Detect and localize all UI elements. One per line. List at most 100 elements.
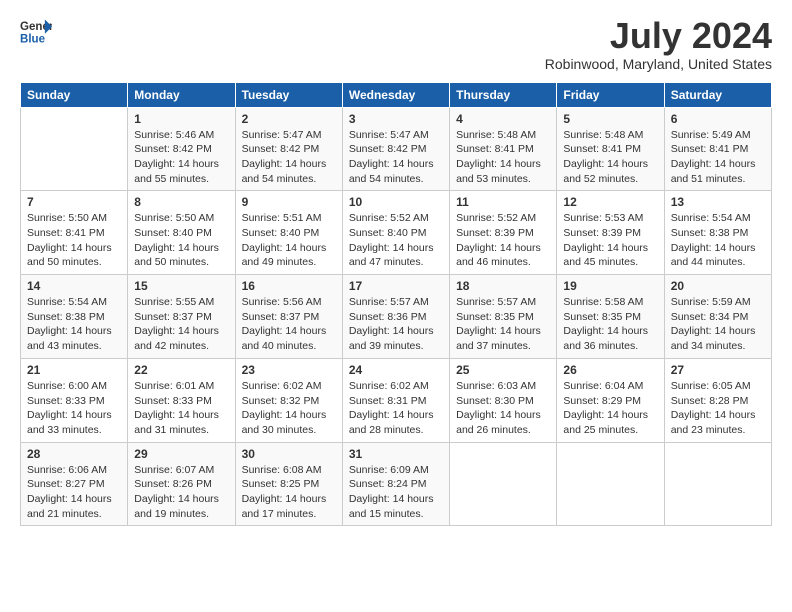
day-info: Sunrise: 5:50 AM Sunset: 8:41 PM Dayligh… <box>27 211 121 270</box>
calendar-cell: 15Sunrise: 5:55 AM Sunset: 8:37 PM Dayli… <box>128 275 235 359</box>
calendar-week-1: 1Sunrise: 5:46 AM Sunset: 8:42 PM Daylig… <box>21 107 772 191</box>
weekday-header-saturday: Saturday <box>664 82 771 107</box>
day-info: Sunrise: 5:50 AM Sunset: 8:40 PM Dayligh… <box>134 211 228 270</box>
weekday-header-sunday: Sunday <box>21 82 128 107</box>
day-number: 11 <box>456 195 550 209</box>
weekday-header-wednesday: Wednesday <box>342 82 449 107</box>
calendar-week-3: 14 Sunrise: 5:54 AM Sunset: 8:38 PM Dayli… <box>21 275 772 359</box>
day-number: 9 <box>242 195 336 209</box>
calendar-week-4: 21 Sunrise: 6:00 AM Sunset: 8:33 PM Dayli… <box>21 358 772 442</box>
calendar-cell: 4Sunrise: 5:48 AM Sunset: 8:41 PM Daylig… <box>450 107 557 191</box>
day-number: 14 <box>27 279 121 293</box>
calendar-cell: 1Sunrise: 5:46 AM Sunset: 8:42 PM Daylig… <box>128 107 235 191</box>
weekday-header-monday: Monday <box>128 82 235 107</box>
day-info: Sunrise: 6:01 AM Sunset: 8:33 PM Dayligh… <box>134 379 228 438</box>
location: Robinwood, Maryland, United States <box>545 56 772 72</box>
calendar-cell: 8 Sunrise: 5:50 AM Sunset: 8:40 PM Daylig… <box>128 191 235 275</box>
svg-text:Blue: Blue <box>20 34 46 46</box>
day-number: 18 <box>456 279 550 293</box>
day-number: 21 <box>27 363 121 377</box>
calendar-cell: 25 Sunrise: 6:03 AM Sunset: 8:30 PM Dayli… <box>450 358 557 442</box>
day-info: Sunrise: 5:57 AM Sunset: 8:35 PM Dayligh… <box>456 295 550 354</box>
day-info: Sunrise: 5:52 AM Sunset: 8:39 PM Dayligh… <box>456 211 550 270</box>
day-number: 25 <box>456 363 550 377</box>
day-info: Sunrise: 5:49 AM Sunset: 8:41 PM Dayligh… <box>671 128 765 187</box>
logo: General Blue <box>20 16 52 48</box>
day-info: Sunrise: 6:06 AM Sunset: 8:27 PM Dayligh… <box>27 463 121 522</box>
calendar-cell: 29Sunrise: 6:07 AM Sunset: 8:26 PM Dayli… <box>128 442 235 526</box>
weekday-header-friday: Friday <box>557 82 664 107</box>
day-number: 10 <box>349 195 443 209</box>
day-number: 1 <box>134 112 228 126</box>
calendar-cell: 24 Sunrise: 6:02 AM Sunset: 8:31 PM Dayli… <box>342 358 449 442</box>
day-info: Sunrise: 6:00 AM Sunset: 8:33 PM Dayligh… <box>27 379 121 438</box>
calendar-week-5: 28 Sunrise: 6:06 AM Sunset: 8:27 PM Dayli… <box>21 442 772 526</box>
day-number: 15 <box>134 279 228 293</box>
day-info: Sunrise: 6:03 AM Sunset: 8:30 PM Dayligh… <box>456 379 550 438</box>
header-row: SundayMondayTuesdayWednesdayThursdayFrid… <box>21 82 772 107</box>
day-number: 6 <box>671 112 765 126</box>
day-number: 5 <box>563 112 657 126</box>
calendar-cell: 19Sunrise: 5:58 AM Sunset: 8:35 PM Dayli… <box>557 275 664 359</box>
day-info: Sunrise: 5:54 AM Sunset: 8:38 PM Dayligh… <box>671 211 765 270</box>
calendar-cell: 14 Sunrise: 5:54 AM Sunset: 8:38 PM Dayli… <box>21 275 128 359</box>
calendar-cell: 26 Sunrise: 6:04 AM Sunset: 8:29 PM Dayli… <box>557 358 664 442</box>
day-info: Sunrise: 6:04 AM Sunset: 8:29 PM Dayligh… <box>563 379 657 438</box>
day-info: Sunrise: 5:51 AM Sunset: 8:40 PM Dayligh… <box>242 211 336 270</box>
day-info: Sunrise: 5:48 AM Sunset: 8:41 PM Dayligh… <box>563 128 657 187</box>
calendar-cell: 27 Sunrise: 6:05 AM Sunset: 8:28 PM Dayli… <box>664 358 771 442</box>
calendar-table: SundayMondayTuesdayWednesdayThursdayFrid… <box>20 82 772 527</box>
day-number: 26 <box>563 363 657 377</box>
calendar-cell: 23Sunrise: 6:02 AM Sunset: 8:32 PM Dayli… <box>235 358 342 442</box>
day-number: 17 <box>349 279 443 293</box>
day-info: Sunrise: 6:02 AM Sunset: 8:31 PM Dayligh… <box>349 379 443 438</box>
day-info: Sunrise: 6:02 AM Sunset: 8:32 PM Dayligh… <box>242 379 336 438</box>
day-info: Sunrise: 5:57 AM Sunset: 8:36 PM Dayligh… <box>349 295 443 354</box>
day-number: 8 <box>134 195 228 209</box>
day-info: Sunrise: 6:08 AM Sunset: 8:25 PM Dayligh… <box>242 463 336 522</box>
calendar-cell: 22Sunrise: 6:01 AM Sunset: 8:33 PM Dayli… <box>128 358 235 442</box>
calendar-cell: 6 Sunrise: 5:49 AM Sunset: 8:41 PM Daylig… <box>664 107 771 191</box>
month-title: July 2024 <box>545 16 772 56</box>
calendar-cell: 30 Sunrise: 6:08 AM Sunset: 8:25 PM Dayli… <box>235 442 342 526</box>
page-header: General Blue July 2024 Robinwood, Maryla… <box>20 16 772 72</box>
calendar-cell <box>557 442 664 526</box>
day-number: 28 <box>27 447 121 461</box>
calendar-cell: 12Sunrise: 5:53 AM Sunset: 8:39 PM Dayli… <box>557 191 664 275</box>
calendar-cell <box>664 442 771 526</box>
calendar-cell: 17 Sunrise: 5:57 AM Sunset: 8:36 PM Dayli… <box>342 275 449 359</box>
day-number: 31 <box>349 447 443 461</box>
title-section: July 2024 Robinwood, Maryland, United St… <box>545 16 772 72</box>
day-number: 19 <box>563 279 657 293</box>
day-info: Sunrise: 5:47 AM Sunset: 8:42 PM Dayligh… <box>349 128 443 187</box>
calendar-cell: 5 Sunrise: 5:48 AM Sunset: 8:41 PM Daylig… <box>557 107 664 191</box>
day-info: Sunrise: 6:09 AM Sunset: 8:24 PM Dayligh… <box>349 463 443 522</box>
calendar-cell: 9 Sunrise: 5:51 AM Sunset: 8:40 PM Daylig… <box>235 191 342 275</box>
calendar-cell <box>21 107 128 191</box>
day-number: 16 <box>242 279 336 293</box>
calendar-cell: 3 Sunrise: 5:47 AM Sunset: 8:42 PM Daylig… <box>342 107 449 191</box>
calendar-cell: 20 Sunrise: 5:59 AM Sunset: 8:34 PM Dayli… <box>664 275 771 359</box>
day-number: 20 <box>671 279 765 293</box>
calendar-cell: 10 Sunrise: 5:52 AM Sunset: 8:40 PM Dayli… <box>342 191 449 275</box>
day-info: Sunrise: 5:54 AM Sunset: 8:38 PM Dayligh… <box>27 295 121 354</box>
day-number: 27 <box>671 363 765 377</box>
day-info: Sunrise: 5:56 AM Sunset: 8:37 PM Dayligh… <box>242 295 336 354</box>
calendar-cell: 13 Sunrise: 5:54 AM Sunset: 8:38 PM Dayli… <box>664 191 771 275</box>
day-number: 30 <box>242 447 336 461</box>
calendar-cell: 31 Sunrise: 6:09 AM Sunset: 8:24 PM Dayli… <box>342 442 449 526</box>
weekday-header-thursday: Thursday <box>450 82 557 107</box>
day-info: Sunrise: 5:48 AM Sunset: 8:41 PM Dayligh… <box>456 128 550 187</box>
calendar-cell: 7Sunrise: 5:50 AM Sunset: 8:41 PM Daylig… <box>21 191 128 275</box>
day-number: 13 <box>671 195 765 209</box>
day-number: 3 <box>349 112 443 126</box>
day-number: 24 <box>349 363 443 377</box>
day-info: Sunrise: 6:07 AM Sunset: 8:26 PM Dayligh… <box>134 463 228 522</box>
day-info: Sunrise: 5:59 AM Sunset: 8:34 PM Dayligh… <box>671 295 765 354</box>
day-number: 12 <box>563 195 657 209</box>
calendar-cell: 2Sunrise: 5:47 AM Sunset: 8:42 PM Daylig… <box>235 107 342 191</box>
day-info: Sunrise: 5:52 AM Sunset: 8:40 PM Dayligh… <box>349 211 443 270</box>
day-info: Sunrise: 6:05 AM Sunset: 8:28 PM Dayligh… <box>671 379 765 438</box>
calendar-cell: 11 Sunrise: 5:52 AM Sunset: 8:39 PM Dayli… <box>450 191 557 275</box>
weekday-header-tuesday: Tuesday <box>235 82 342 107</box>
